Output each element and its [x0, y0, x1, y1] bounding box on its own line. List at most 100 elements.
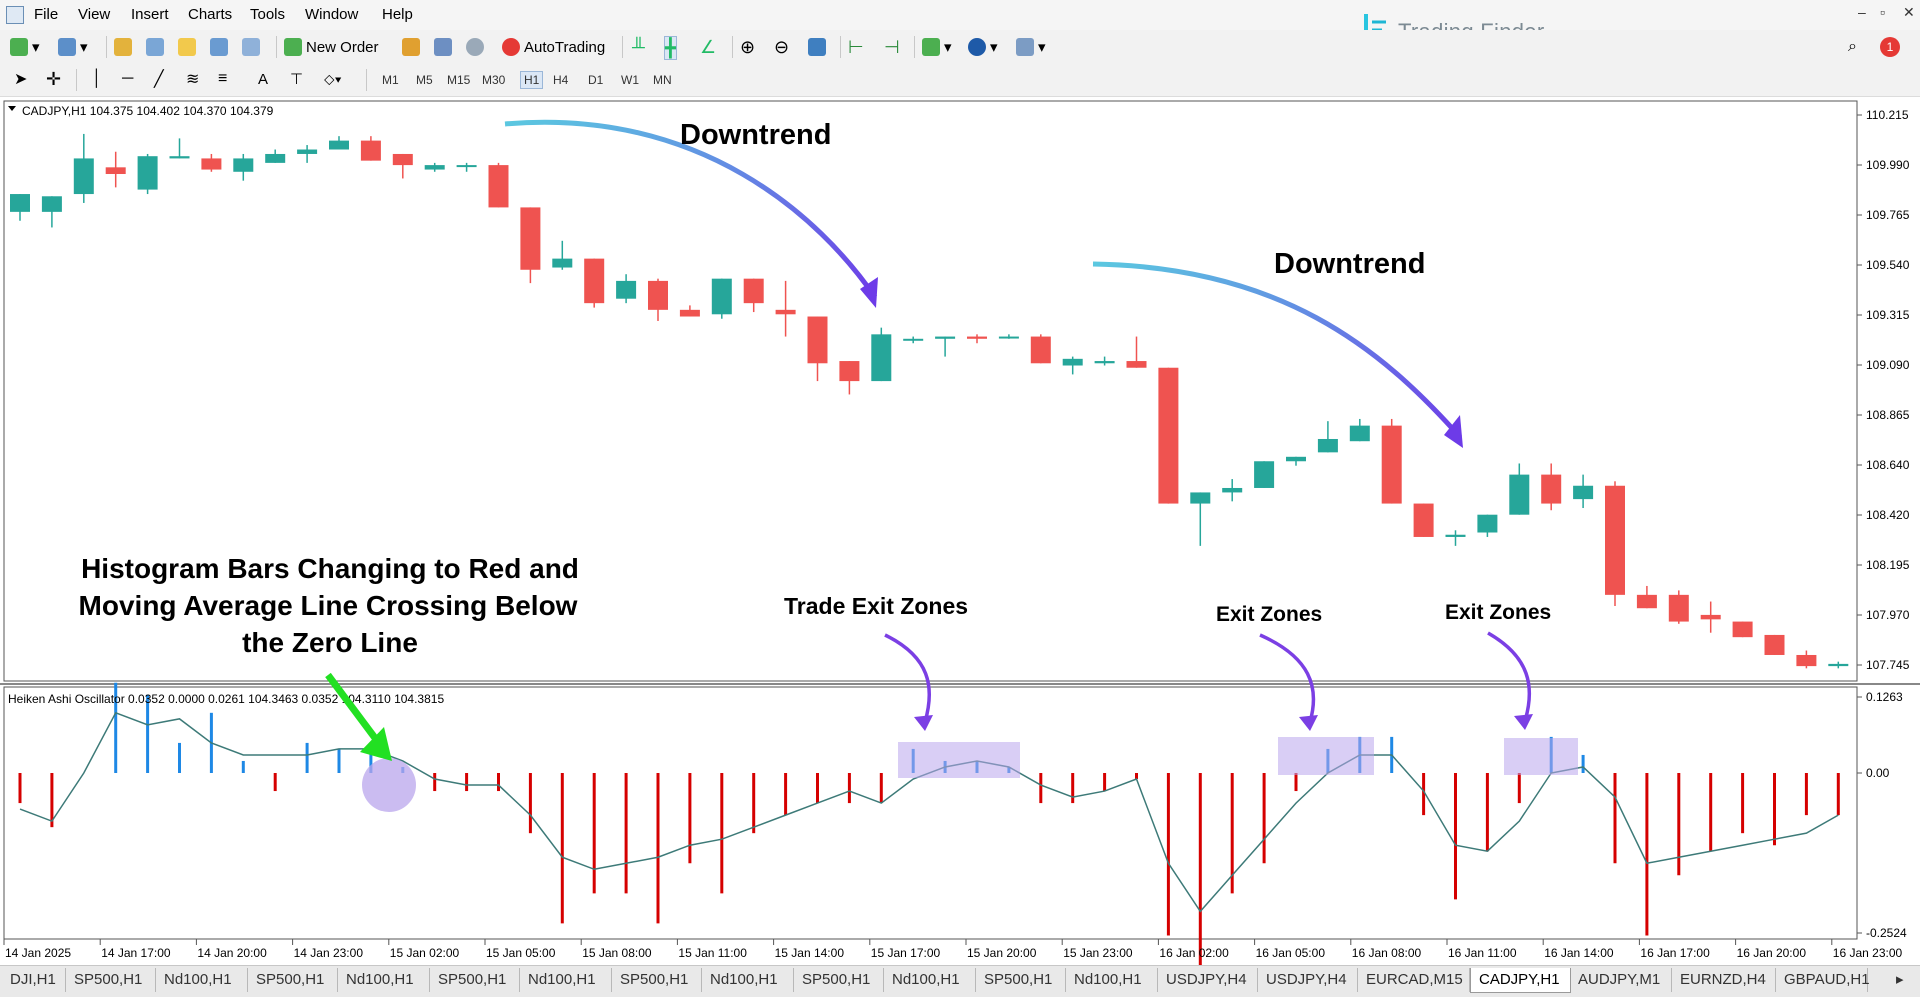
timeframe-m1[interactable]: M1 — [382, 73, 399, 87]
zoom-in-button[interactable]: ⊕ — [740, 36, 755, 58]
timeframe-h1[interactable]: H1 — [520, 71, 544, 89]
candle-body — [743, 278, 764, 304]
bar-chart-button[interactable]: ╨ — [632, 36, 645, 58]
chart-tab[interactable]: GBPAUD,H1 — [1776, 968, 1870, 992]
market-watch-button[interactable] — [114, 36, 136, 58]
time-tick-label: 15 Jan 23:00 — [1063, 946, 1133, 960]
zoom-out-button[interactable]: ⊖ — [774, 36, 789, 58]
chart-tab[interactable]: Nd100,H1 — [1066, 968, 1158, 992]
strategy-tester-button[interactable] — [242, 36, 264, 58]
menu-tools[interactable]: Tools — [250, 6, 285, 23]
menu-help[interactable]: Help — [382, 6, 413, 23]
candle-body — [73, 158, 94, 195]
time-tick-label: 14 Jan 17:00 — [101, 946, 171, 960]
chart-tab[interactable]: EURCAD,M15 — [1358, 968, 1470, 992]
chart-tab[interactable]: DJI,H1 — [2, 968, 66, 992]
chart-tab[interactable]: SP500,H1 — [794, 968, 884, 992]
auto-scroll-button[interactable]: ⊢ — [848, 36, 864, 58]
candle-body — [998, 336, 1019, 339]
chart-tab[interactable]: SP500,H1 — [66, 968, 156, 992]
osc-tick-label: 0.00 — [1866, 766, 1890, 780]
menu-window[interactable]: Window — [305, 6, 358, 23]
close-icon[interactable]: ✕ — [1903, 4, 1915, 21]
signals-icon — [466, 38, 484, 56]
time-tick-label: 15 Jan 14:00 — [775, 946, 845, 960]
new-order-button[interactable]: New Order — [284, 36, 379, 58]
menu-file[interactable]: File — [34, 6, 58, 23]
chart-tab[interactable]: SP500,H1 — [612, 968, 702, 992]
collapse-icon[interactable] — [8, 106, 16, 111]
terminal-icon — [210, 38, 228, 56]
exit-arrowhead-2 — [1299, 715, 1318, 731]
candlestick-chart-button[interactable]: ╋ — [664, 36, 677, 60]
histogram-group — [18, 682, 1840, 996]
indicator-pane-frame — [3, 686, 1858, 940]
trendline-tool[interactable]: ╱ — [154, 68, 164, 90]
profiles-button[interactable]: ▾ — [58, 36, 88, 58]
chart-tab[interactable]: Nd100,H1 — [338, 968, 430, 992]
menu-insert[interactable]: Insert — [131, 6, 169, 23]
horizontal-line-tool[interactable]: ─ — [122, 68, 133, 90]
chart-tab[interactable]: Nd100,H1 — [702, 968, 794, 992]
price-tick-label: 109.315 — [1866, 308, 1910, 322]
chart-tab[interactable]: Nd100,H1 — [884, 968, 976, 992]
chart-tab[interactable]: USDJPY,H4 — [1158, 968, 1258, 992]
tab-scroll-right-icon[interactable]: ▸ — [1888, 968, 1920, 992]
crosshair-tool[interactable]: ✛ — [46, 68, 61, 90]
favorites-button[interactable] — [178, 36, 200, 58]
indicators-button[interactable]: ▾ — [922, 36, 952, 58]
restore-icon[interactable]: ▫ — [1880, 4, 1885, 20]
timeframe-w1[interactable]: W1 — [621, 73, 639, 87]
candle-body — [1062, 358, 1083, 366]
chart-shift-button[interactable]: ⊣ — [884, 36, 900, 58]
notifications-button[interactable]: 1 — [1880, 36, 1900, 58]
chart-tab[interactable]: SP500,H1 — [248, 968, 338, 992]
navigator-button[interactable] — [146, 36, 168, 58]
time-tick-label: 15 Jan 20:00 — [967, 946, 1037, 960]
chart-window[interactable]: 110.215 109.990 109.765 109.540 109.315 109.0… — [0, 97, 1920, 996]
chart-tab[interactable]: USDJPY,H4 — [1258, 968, 1358, 992]
menu-charts[interactable]: Charts — [188, 6, 232, 23]
templates-button[interactable]: ▾ — [1016, 36, 1046, 58]
metaeditor-button[interactable] — [402, 36, 424, 58]
terminal-button[interactable] — [210, 36, 232, 58]
line-chart-button[interactable]: ∠ — [700, 36, 716, 58]
autotrading-button[interactable]: AutoTrading — [502, 36, 605, 58]
candle-body — [10, 194, 30, 212]
chart-tab[interactable]: EURNZD,H4 — [1672, 968, 1776, 992]
community-button[interactable] — [434, 36, 456, 58]
timeframe-m5[interactable]: M5 — [416, 73, 433, 87]
chart-tab[interactable]: Nd100,H1 — [156, 968, 248, 992]
timeframe-m30[interactable]: M30 — [482, 73, 505, 87]
search-button[interactable]: ⌕ — [1848, 36, 1857, 58]
minimize-icon[interactable]: – — [1858, 4, 1866, 20]
chart-tab[interactable]: AUDJPY,M1 — [1570, 968, 1672, 992]
timeframe-mn[interactable]: MN — [653, 73, 672, 87]
timeframe-m15[interactable]: M15 — [447, 73, 470, 87]
candle-body — [1828, 663, 1849, 667]
chart-tab[interactable]: Nd100,H1 — [520, 968, 612, 992]
timeframe-d1[interactable]: D1 — [588, 73, 603, 87]
text-label-tool[interactable]: ⊤ — [290, 68, 303, 90]
text-tool[interactable]: A — [258, 68, 268, 90]
new-chart-button[interactable]: ▾ — [10, 36, 40, 58]
channel-tool[interactable]: ≋ — [186, 68, 199, 90]
chart-tab[interactable]: SP500,H1 — [976, 968, 1066, 992]
time-tick-label: 15 Jan 02:00 — [390, 946, 460, 960]
signals-button[interactable] — [466, 36, 488, 58]
timeframe-h4[interactable]: H4 — [553, 73, 568, 87]
vertical-line-tool[interactable]: │ — [92, 68, 102, 90]
chart-tab[interactable]: SP500,H1 — [430, 968, 520, 992]
shapes-tool[interactable]: ⬦▾ — [324, 68, 342, 90]
tile-windows-button[interactable] — [808, 36, 830, 58]
cursor-tool[interactable]: ➤ — [14, 68, 27, 90]
fibonacci-tool[interactable]: ≡ — [218, 68, 227, 90]
menu-view[interactable]: View — [78, 6, 110, 23]
chart-tab[interactable]: CADJPY,H1 — [1470, 968, 1571, 993]
main-toolbar: ▾ ▾ New Order AutoTrading ╨ ╋ ∠ ⊕ ⊖ ⊢ ⊣ … — [0, 30, 1920, 65]
time-tick-label: 16 Jan 08:00 — [1352, 946, 1422, 960]
candle-body — [1349, 425, 1370, 442]
periods-button[interactable]: ▾ — [968, 36, 998, 58]
price-chart[interactable]: 110.215 109.990 109.765 109.540 109.315 109.0… — [0, 97, 1920, 996]
templates-icon — [1016, 38, 1034, 56]
